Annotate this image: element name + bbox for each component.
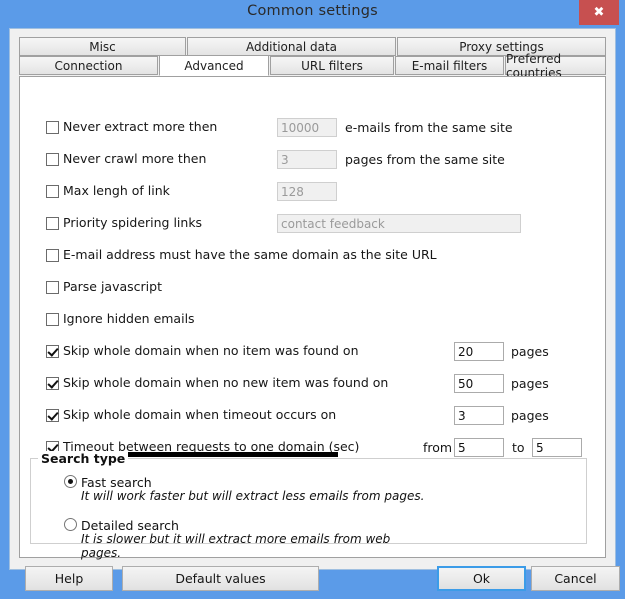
tab-label: E-mail filters — [411, 58, 488, 73]
checkbox-priority-spidering-links[interactable] — [46, 217, 59, 230]
option-label: Skip whole domain when timeout occurs on — [63, 407, 337, 422]
tab-label: Connection — [54, 58, 123, 73]
checkbox-never-extract-more-then[interactable] — [46, 121, 59, 134]
timeout-to-input[interactable] — [532, 438, 582, 457]
checkbox-e-mail-address-must-have-the-same-domain[interactable] — [46, 249, 59, 262]
input-skip-whole-domain-when-timeout-occurs-on[interactable] — [454, 406, 504, 425]
option-row: Never extract more then e-mails from the … — [20, 118, 605, 140]
timeout-from-label: from — [423, 440, 453, 455]
input-never-crawl-more-then — [277, 150, 337, 169]
checkbox-max-lengh-of-link[interactable] — [46, 185, 59, 198]
timeout-from-input[interactable] — [454, 438, 504, 457]
checkbox-parse-javascript[interactable] — [46, 281, 59, 294]
option-row: Never crawl more then pages from the same… — [20, 150, 605, 172]
close-icon: ✖ — [593, 5, 605, 20]
tab-url-filters[interactable]: URL filters — [270, 56, 394, 75]
tab-label: Advanced — [184, 58, 244, 73]
unit-label: pages — [511, 408, 549, 423]
option-label: Ignore hidden emails — [63, 311, 195, 326]
timeout-to-label: to — [512, 440, 525, 455]
tab-page-advanced: Never extract more then e-mails from the … — [19, 76, 606, 560]
tab-label: URL filters — [301, 58, 363, 73]
unit-label: pages — [511, 376, 549, 391]
option-row: Max lengh of link — [20, 182, 605, 204]
checkbox-skip-whole-domain-when-timeout-occurs-on[interactable] — [46, 409, 59, 422]
unit-label: pages from the same site — [345, 152, 505, 167]
dialog-client-area: Misc Additional data Proxy settings Connect… — [9, 28, 620, 591]
checkbox-skip-whole-domain-when-no-new-item-was-f[interactable] — [46, 377, 59, 390]
input-skip-whole-domain-when-no-new-item-was-f[interactable] — [454, 374, 504, 393]
option-row: Parse javascript — [20, 278, 605, 300]
radio-description: It will work faster but will extract les… — [81, 489, 425, 503]
title-bar: Common settings ✖ — [0, 0, 625, 28]
dialog-footer: Help Default values Ok Cancel — [19, 562, 625, 599]
tab-connection[interactable]: Connection — [19, 56, 158, 75]
option-label: Never crawl more then — [63, 151, 207, 166]
option-label: E-mail address must have the same domain… — [63, 247, 437, 262]
option-label: Max lengh of link — [63, 183, 170, 198]
search-type-legend: Search type — [38, 451, 129, 466]
radio-label: Fast search — [81, 475, 152, 490]
tab-additional-data[interactable]: Additional data — [187, 37, 396, 56]
tab-misc[interactable]: Misc — [19, 37, 186, 56]
radio-detailed-search[interactable] — [64, 518, 77, 531]
checkbox-skip-whole-domain-when-no-item-was-found[interactable] — [46, 345, 59, 358]
tab-advanced[interactable]: Advanced — [159, 55, 269, 76]
checkbox-ignore-hidden-emails[interactable] — [46, 313, 59, 326]
checkbox-never-crawl-more-then[interactable] — [46, 153, 59, 166]
input-never-extract-more-then — [277, 118, 337, 137]
tab-preferred-countries[interactable]: Preferred countries — [505, 52, 606, 80]
option-row: Skip whole domain when no new item was f… — [20, 374, 605, 396]
window-title: Common settings — [247, 3, 378, 19]
dialog-window: Common settings ✖ Misc Additional data Pro… — [0, 0, 625, 591]
unit-label: e-mails from the same site — [345, 120, 513, 135]
option-label: Priority spidering links — [63, 215, 203, 230]
radio-label: Detailed search — [81, 518, 179, 533]
input-priority-spidering-links — [277, 214, 521, 233]
radio-description: It is slower but it will extract more em… — [81, 532, 391, 560]
option-label: Parse javascript — [63, 279, 162, 294]
option-row: Skip whole domain when no item was found… — [20, 342, 605, 364]
close-button[interactable]: ✖ — [579, 0, 619, 25]
option-row: Priority spidering links — [20, 214, 605, 236]
tab-e-mail-filters[interactable]: E-mail filters — [395, 56, 504, 75]
option-row: Skip whole domain when timeout occurs on… — [20, 406, 605, 428]
input-max-lengh-of-link — [277, 182, 337, 201]
input-skip-whole-domain-when-no-item-was-found[interactable] — [454, 342, 504, 361]
tab-strip: Misc Additional data Proxy settings Connect… — [19, 37, 606, 80]
tab-label: Additional data — [245, 39, 338, 54]
option-label: Skip whole domain when no new item was f… — [63, 375, 389, 390]
option-label: Skip whole domain when no item was found… — [63, 343, 359, 358]
tab-label: Misc — [89, 39, 116, 54]
unit-label: pages — [511, 344, 549, 359]
radio-fast-search[interactable] — [64, 475, 77, 488]
option-label: Never extract more then — [63, 119, 218, 134]
option-row: E-mail address must have the same domain… — [20, 246, 605, 268]
option-row: Ignore hidden emails — [20, 310, 605, 332]
